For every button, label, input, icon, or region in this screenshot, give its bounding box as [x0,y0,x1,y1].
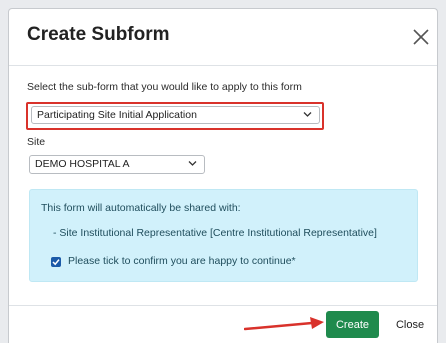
red-arrow-annotation [244,317,324,331]
shared-with-item: - Site Institutional Representative [Cen… [53,227,377,239]
create-button[interactable]: Create [326,311,379,338]
site-label: Site [27,136,46,148]
subform-select-value: Participating Site Initial Application [37,109,197,121]
site-select-value: DEMO HOSPITAL A [35,158,130,170]
site-select[interactable]: DEMO HOSPITAL A [29,155,205,174]
shared-info-box: This form will automatically be shared w… [29,189,418,282]
create-subform-modal: Create Subform Select the sub-form that … [8,8,438,343]
modal-footer-divider [9,305,437,306]
confirm-text: Please tick to confirm you are happy to … [68,255,296,267]
chevron-down-icon [188,161,197,166]
chevron-down-icon [303,112,312,117]
checkmark-icon [52,259,60,266]
shared-with-text: This form will automatically be shared w… [41,202,241,214]
subform-select-label: Select the sub-form that you would like … [27,81,302,93]
modal-title: Create Subform [27,24,170,45]
close-x-icon[interactable] [412,28,430,46]
confirm-checkbox[interactable] [51,257,61,267]
modal-header: Create Subform [9,9,437,66]
close-button[interactable]: Close [388,311,432,338]
subform-select[interactable]: Participating Site Initial Application [31,106,320,124]
